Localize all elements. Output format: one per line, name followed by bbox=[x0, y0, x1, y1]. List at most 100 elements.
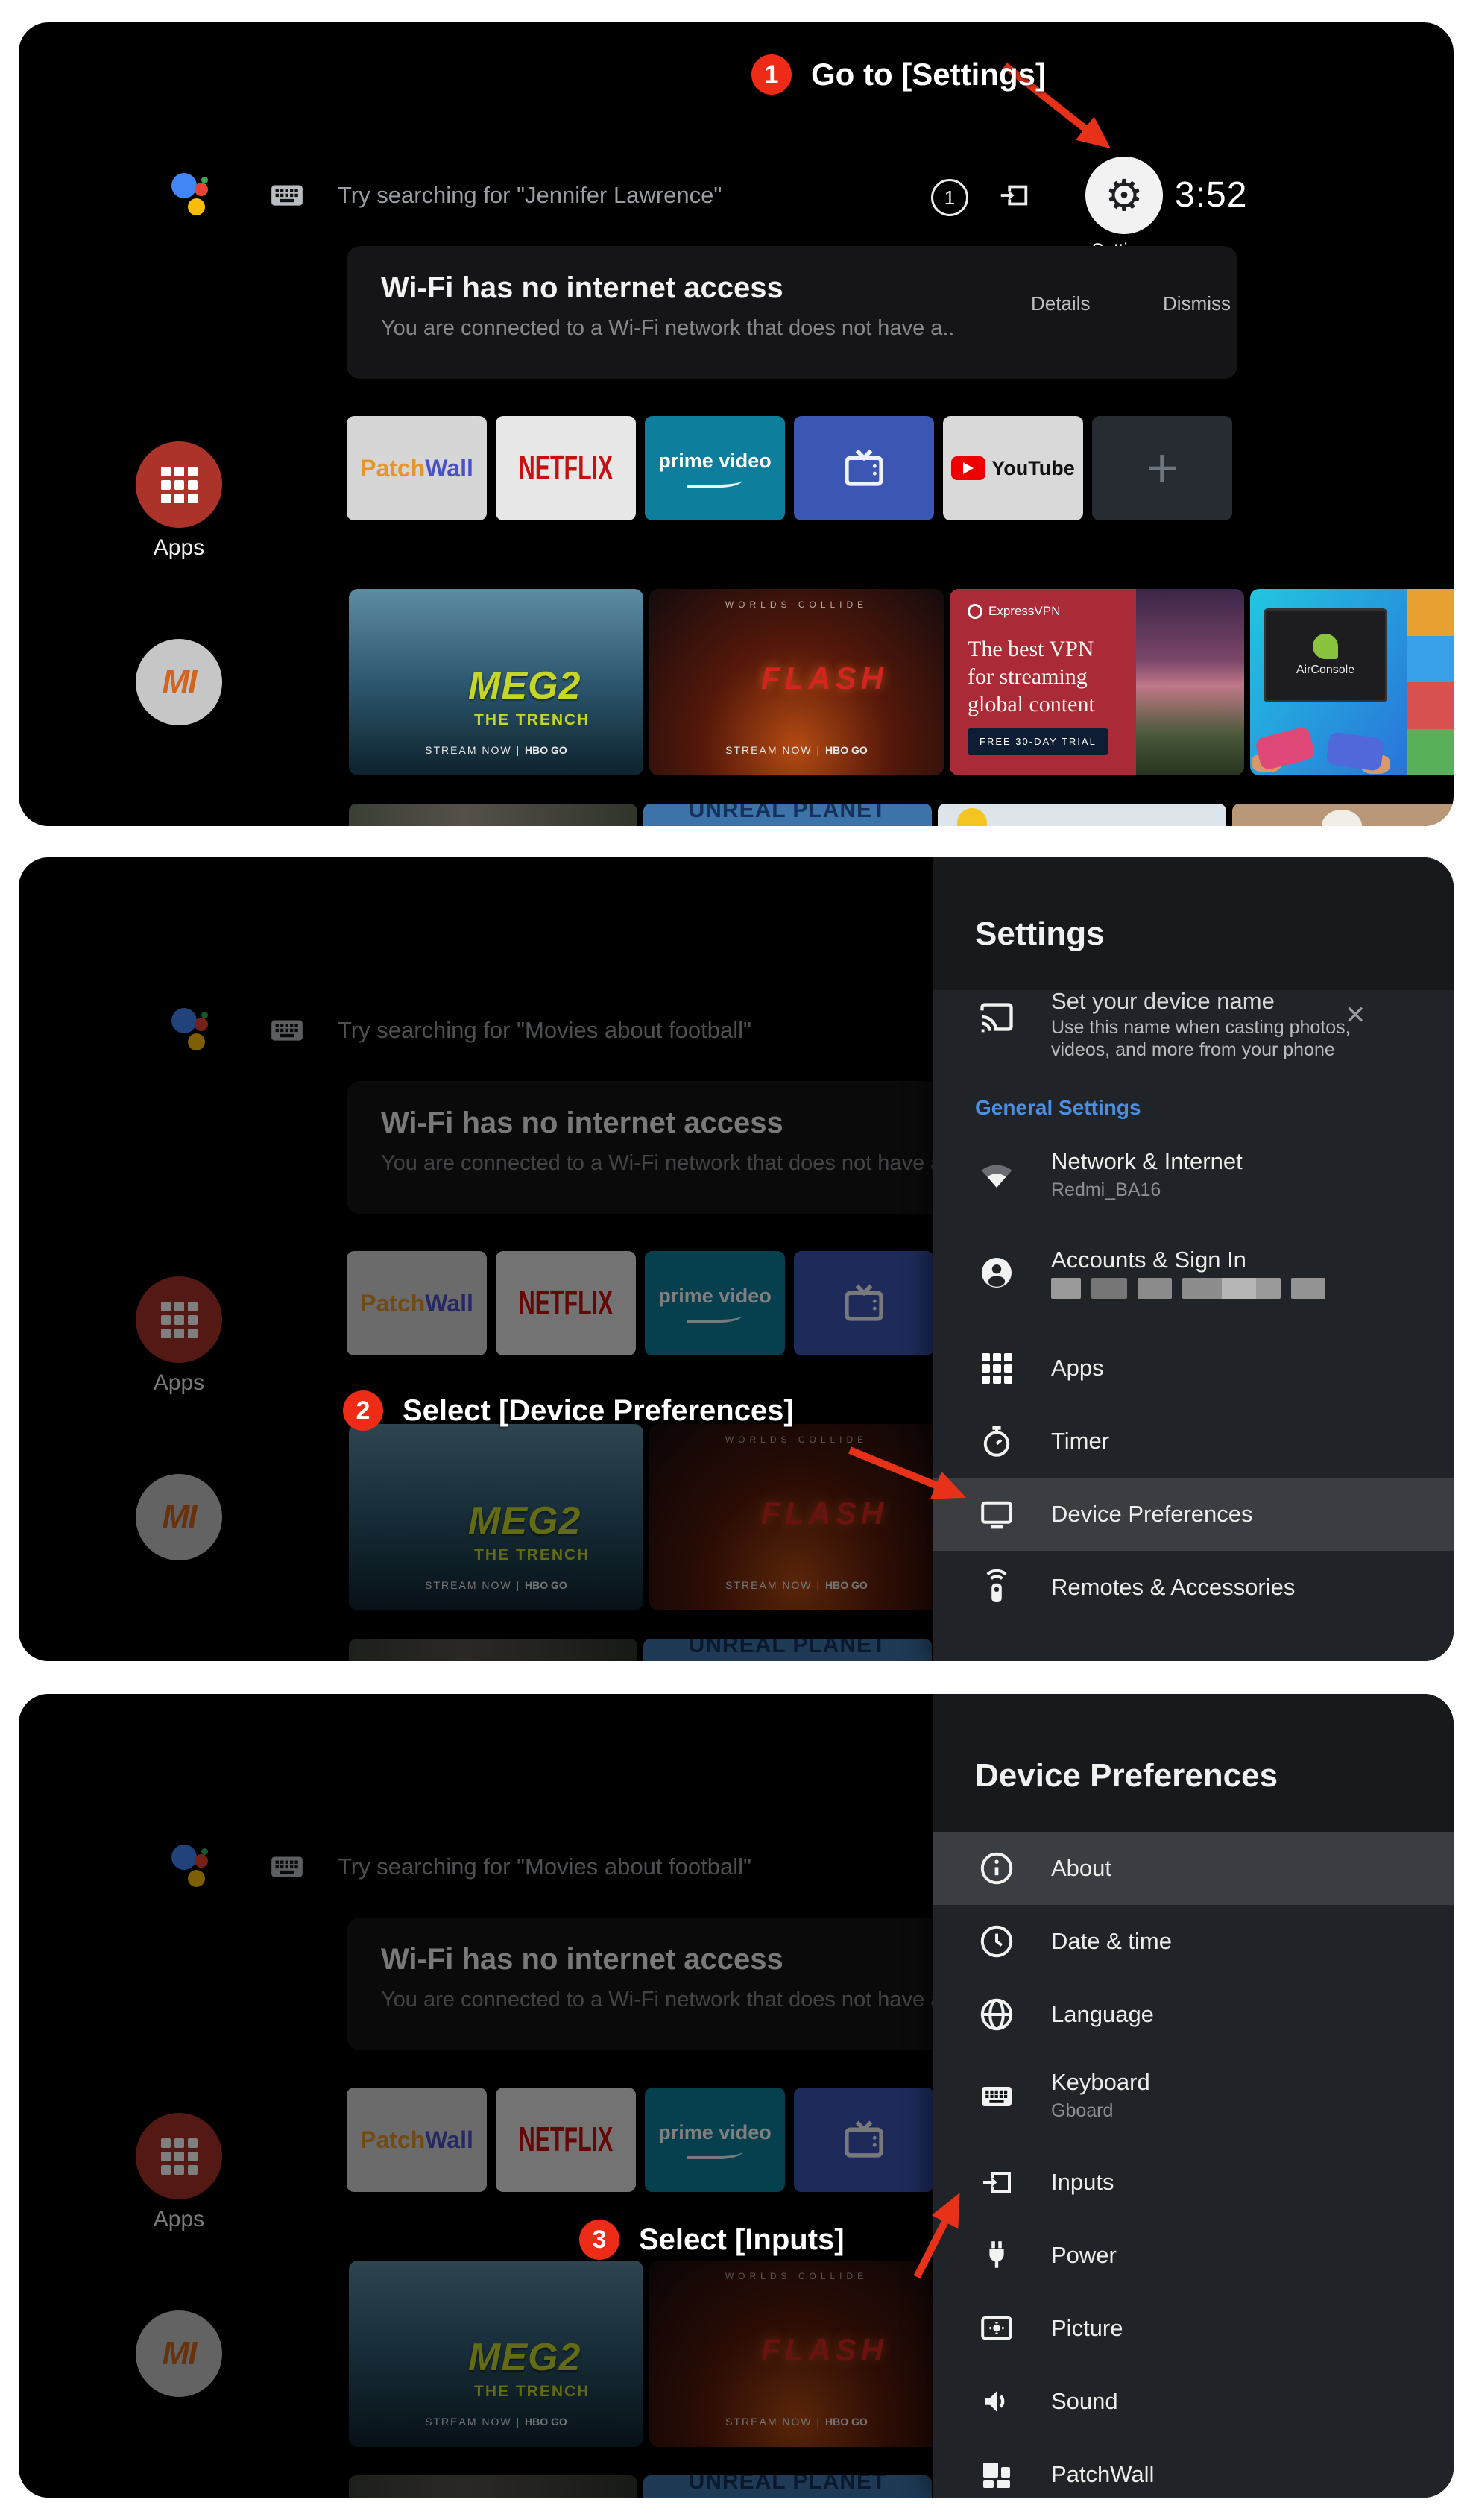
sidebar-item-keyboard[interactable]: Keyboard Gboard bbox=[933, 2051, 1454, 2141]
power-plug-icon bbox=[977, 2236, 1016, 2275]
app-tile-live-tv[interactable] bbox=[794, 416, 934, 520]
apps-rail-button[interactable] bbox=[136, 441, 222, 528]
step-3-badge: 3 bbox=[579, 2220, 619, 2260]
tv-icon bbox=[839, 444, 889, 493]
sidebar-item-power[interactable]: Power bbox=[933, 2219, 1454, 2292]
expressvpn-logo-icon bbox=[968, 604, 982, 619]
sidebar-item-sound[interactable]: Sound bbox=[933, 2365, 1454, 2438]
sidebar-item-about[interactable]: About bbox=[933, 1832, 1454, 1905]
keyboard-current: Gboard bbox=[1051, 2100, 1113, 2122]
sidebar-header: Settings bbox=[933, 857, 1454, 990]
account-icon bbox=[977, 1253, 1016, 1292]
gamepad-blue bbox=[1325, 731, 1384, 772]
airconsole-tv-image: AirConsole bbox=[1264, 608, 1387, 702]
sidebar-item-apps[interactable]: Apps bbox=[933, 1332, 1454, 1405]
sidebar-item-picture[interactable]: Picture bbox=[933, 2292, 1454, 2365]
poster-meg2[interactable]: MEG2 THE TRENCH STREAM NOW | HBO GO bbox=[349, 589, 643, 775]
prime-smile-icon bbox=[687, 474, 742, 488]
step-1-label: Go to [Settings] bbox=[811, 57, 1046, 92]
clock-text: 3:52 bbox=[1175, 174, 1247, 215]
dog-character bbox=[1322, 810, 1362, 826]
sidebar-item-timer[interactable]: Timer bbox=[933, 1405, 1454, 1478]
cast-icon bbox=[977, 998, 1016, 1036]
sound-icon bbox=[977, 2382, 1016, 2421]
globe-icon bbox=[977, 1995, 1016, 2034]
device-preferences-sidebar: About Date & time Language Keyboard Gboa… bbox=[933, 1694, 1454, 2498]
search-hint[interactable]: Try searching for "Jennifer Lawrence" bbox=[338, 182, 722, 209]
close-icon[interactable]: ✕ bbox=[1345, 1001, 1366, 1030]
poster-airconsole[interactable]: AirConsole bbox=[1250, 589, 1454, 775]
tv-home-screen: Try searching for "Jennifer Lawrence" 1 … bbox=[19, 22, 1454, 826]
tutorial-page: Try searching for "Jennifer Lawrence" 1 … bbox=[0, 0, 1473, 2520]
sidebar-header: Device Preferences bbox=[933, 1694, 1454, 1832]
sidebar-item-remotes-accessories[interactable]: Remotes & Accessories bbox=[933, 1551, 1454, 1624]
inputs-icon bbox=[977, 2163, 1016, 2202]
sidebar-item-patchwall[interactable]: PatchWall bbox=[933, 2438, 1454, 2498]
step-1-badge: 1 bbox=[751, 54, 792, 95]
keyboard-search-icon[interactable] bbox=[267, 176, 307, 213]
settings-button[interactable]: ⚙ bbox=[1085, 157, 1163, 234]
apps-rail-label: Apps bbox=[136, 535, 222, 561]
censored-account-name bbox=[1051, 1278, 1325, 1299]
timer-icon bbox=[977, 1422, 1016, 1461]
keyboard-icon bbox=[977, 2076, 1016, 2115]
mi-logo: MI bbox=[163, 664, 196, 701]
step-2-label: Select [Device Preferences] bbox=[403, 1394, 794, 1428]
wifi-card-subtitle: You are connected to a Wi-Fi network tha… bbox=[381, 316, 955, 341]
app-tile-youtube[interactable]: YouTube bbox=[943, 416, 1083, 520]
step-3-label: Select [Inputs] bbox=[639, 2223, 845, 2257]
wifi-network-name: Redmi_BA16 bbox=[1051, 1179, 1161, 1201]
sidebar-title: Settings bbox=[975, 916, 1105, 953]
apps-grid-icon bbox=[161, 467, 198, 503]
patchwall-icon bbox=[977, 2455, 1016, 2494]
sidebar-item-network-internet[interactable]: Network & Internet Redmi_BA16 bbox=[933, 1138, 1454, 1211]
wifi-notification-card: Wi-Fi has no internet access You are con… bbox=[347, 246, 1237, 379]
monitor-icon bbox=[977, 1495, 1016, 1534]
gear-icon: ⚙ bbox=[1105, 174, 1144, 217]
clock-icon bbox=[977, 1922, 1016, 1961]
thumb-row2-forest[interactable] bbox=[349, 804, 637, 826]
youtube-play-icon bbox=[951, 456, 985, 480]
annotation-step-2: 2 Select [Device Preferences] bbox=[343, 1390, 794, 1431]
poster-expressvpn-ad[interactable]: ExpressVPN The best VPNfor streamingglob… bbox=[950, 589, 1244, 775]
bird-character bbox=[957, 808, 987, 826]
sidebar-item-language[interactable]: Language bbox=[933, 1978, 1454, 2051]
dismiss-button[interactable]: Dismiss bbox=[1163, 292, 1231, 315]
step-2-badge: 2 bbox=[343, 1390, 383, 1431]
wifi-icon bbox=[977, 1155, 1016, 1194]
airconsole-logo-icon bbox=[1313, 634, 1338, 659]
annotation-step-3: 3 Select [Inputs] bbox=[579, 2220, 845, 2260]
details-button[interactable]: Details bbox=[1031, 292, 1090, 315]
vpn-trial-button[interactable]: FREE 30-DAY TRIAL bbox=[968, 728, 1108, 755]
device-name-card-title: Set your device name bbox=[1051, 988, 1275, 1015]
inputs-shortcut-icon[interactable] bbox=[997, 178, 1031, 212]
panel-step-3: Try searching for "Movies about football… bbox=[19, 1694, 1454, 2498]
general-settings-section-label: General Settings bbox=[975, 1096, 1141, 1120]
poster-the-flash[interactable]: WORLDS COLLIDE FLASH STREAM NOW | HBO GO bbox=[649, 589, 944, 775]
thumb-row2-unreal-planet[interactable]: UNREAL PLANET bbox=[643, 804, 932, 826]
app-tile-patchwall[interactable]: PatchWall bbox=[347, 416, 487, 520]
picture-icon bbox=[977, 2309, 1016, 2348]
thumb-row2-cartoon[interactable] bbox=[938, 804, 1226, 826]
mi-rail-button[interactable]: MI bbox=[136, 639, 222, 725]
game-tiles-strip bbox=[1407, 589, 1454, 775]
thumb-row2-dog[interactable] bbox=[1232, 804, 1454, 826]
sidebar-title: Device Preferences bbox=[975, 1757, 1278, 1795]
panel-step-2: Try searching for "Movies about football… bbox=[19, 857, 1454, 1661]
sidebar-item-device-preferences[interactable]: Device Preferences bbox=[933, 1478, 1454, 1551]
sidebar-item-inputs[interactable]: Inputs bbox=[933, 2146, 1454, 2219]
plus-icon: + bbox=[1146, 441, 1178, 496]
vpn-sunset-image bbox=[1136, 589, 1244, 775]
google-assistant-icon[interactable] bbox=[171, 170, 210, 218]
apps-grid-icon bbox=[977, 1349, 1016, 1387]
info-icon bbox=[977, 1849, 1016, 1888]
app-tile-netflix[interactable]: NETFLIX bbox=[496, 416, 636, 520]
sidebar-item-date-time[interactable]: Date & time bbox=[933, 1905, 1454, 1978]
app-tile-prime-video[interactable]: prime video bbox=[645, 416, 785, 520]
app-tile-add[interactable]: + bbox=[1092, 416, 1232, 520]
panel-step-1: Try searching for "Jennifer Lawrence" 1 … bbox=[19, 22, 1454, 826]
sidebar-item-accounts-sign-in[interactable]: Accounts & Sign In bbox=[933, 1236, 1454, 1309]
wifi-card-title: Wi-Fi has no internet access bbox=[381, 271, 783, 305]
notification-circle-icon[interactable]: 1 bbox=[931, 179, 968, 216]
annotation-step-1: 1 Go to [Settings] bbox=[751, 54, 1046, 95]
